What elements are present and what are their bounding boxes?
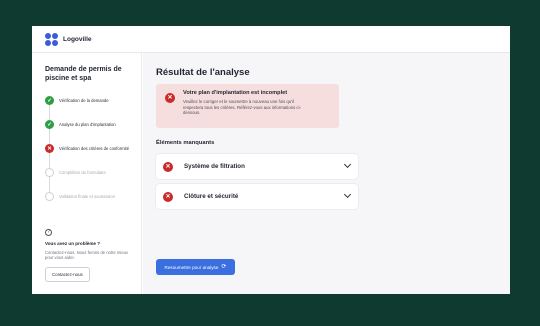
sidebar-title: Demande de permis de piscine et spa xyxy=(45,66,122,82)
step-verification-criteres: ✕ Vérification des critères de conformit… xyxy=(45,143,141,167)
help-title: Vous avez un problème ? xyxy=(45,241,101,246)
error-x-icon: ✕ xyxy=(163,191,173,202)
missing-item-filtration[interactable]: ✕ Système de filtration xyxy=(156,154,358,179)
missing-item-label: Système de filtration xyxy=(184,163,245,170)
step-list: ✓ Vérification de la demande ✓ Analyse d… xyxy=(45,95,141,215)
brand-name: Logoville xyxy=(63,35,92,43)
step-label: Validation finale et soumission xyxy=(59,194,116,199)
logo-icon xyxy=(45,32,58,46)
step-verification-demande: ✓ Vérification de la demande xyxy=(45,95,141,119)
help-box: ? Vous avez un problème ? Contactez-nous… xyxy=(45,229,135,282)
error-x-icon: ✕ xyxy=(163,161,173,172)
contact-button[interactable]: Contactez-nous xyxy=(45,266,90,282)
check-icon: ✓ xyxy=(45,120,54,129)
step-validation-finale: Validation finale et soumission xyxy=(45,191,141,215)
refresh-icon: ⟳ xyxy=(221,264,227,270)
alert-title: Votre plan d'implantation est incomplet xyxy=(183,90,288,96)
top-bar: Logoville xyxy=(32,26,510,53)
step-label: Analyse du plan d'implantation xyxy=(59,122,116,127)
check-icon: ✓ xyxy=(45,96,54,105)
missing-item-cloture[interactable]: ✕ Clôture et sécurité xyxy=(156,184,358,209)
step-label: Complétion du formulaire xyxy=(59,170,106,175)
error-alert: ✕ Votre plan d'implantation est incomple… xyxy=(156,84,339,128)
resubmit-label: Resoumettre pour analyse xyxy=(164,264,219,270)
step-label: Vérification des critères de conformité xyxy=(59,146,130,151)
error-x-icon: ✕ xyxy=(45,144,54,153)
error-x-icon: ✕ xyxy=(165,93,175,103)
help-text: Contactez-nous. Nous ferons de notre mie… xyxy=(45,250,129,261)
step-completion-formulaire: Complétion du formulaire xyxy=(45,167,141,191)
page-title: Résultat de l'analyse xyxy=(156,67,250,78)
sidebar: Demande de permis de piscine et spa ✓ Vé… xyxy=(32,53,142,294)
help-icon: ? xyxy=(45,229,52,236)
missing-elements-title: Éléments manquants xyxy=(156,140,215,146)
step-label: Vérification de la demande xyxy=(59,98,109,103)
pending-circle-icon xyxy=(45,168,54,177)
resubmit-button[interactable]: Resoumettre pour analyse ⟳ xyxy=(156,259,235,275)
chevron-down-icon[interactable] xyxy=(343,190,352,199)
chevron-down-icon[interactable] xyxy=(343,160,352,169)
pending-circle-icon xyxy=(45,192,54,201)
app-window: Logoville Demande de permis de piscine e… xyxy=(32,26,510,294)
step-analyse-plan: ✓ Analyse du plan d'implantation xyxy=(45,119,141,143)
alert-text: Veuillez le corriger et le soumettre à n… xyxy=(183,99,301,116)
missing-item-label: Clôture et sécurité xyxy=(184,193,239,200)
main-content: Résultat de l'analyse ✕ Votre plan d'imp… xyxy=(143,53,510,294)
